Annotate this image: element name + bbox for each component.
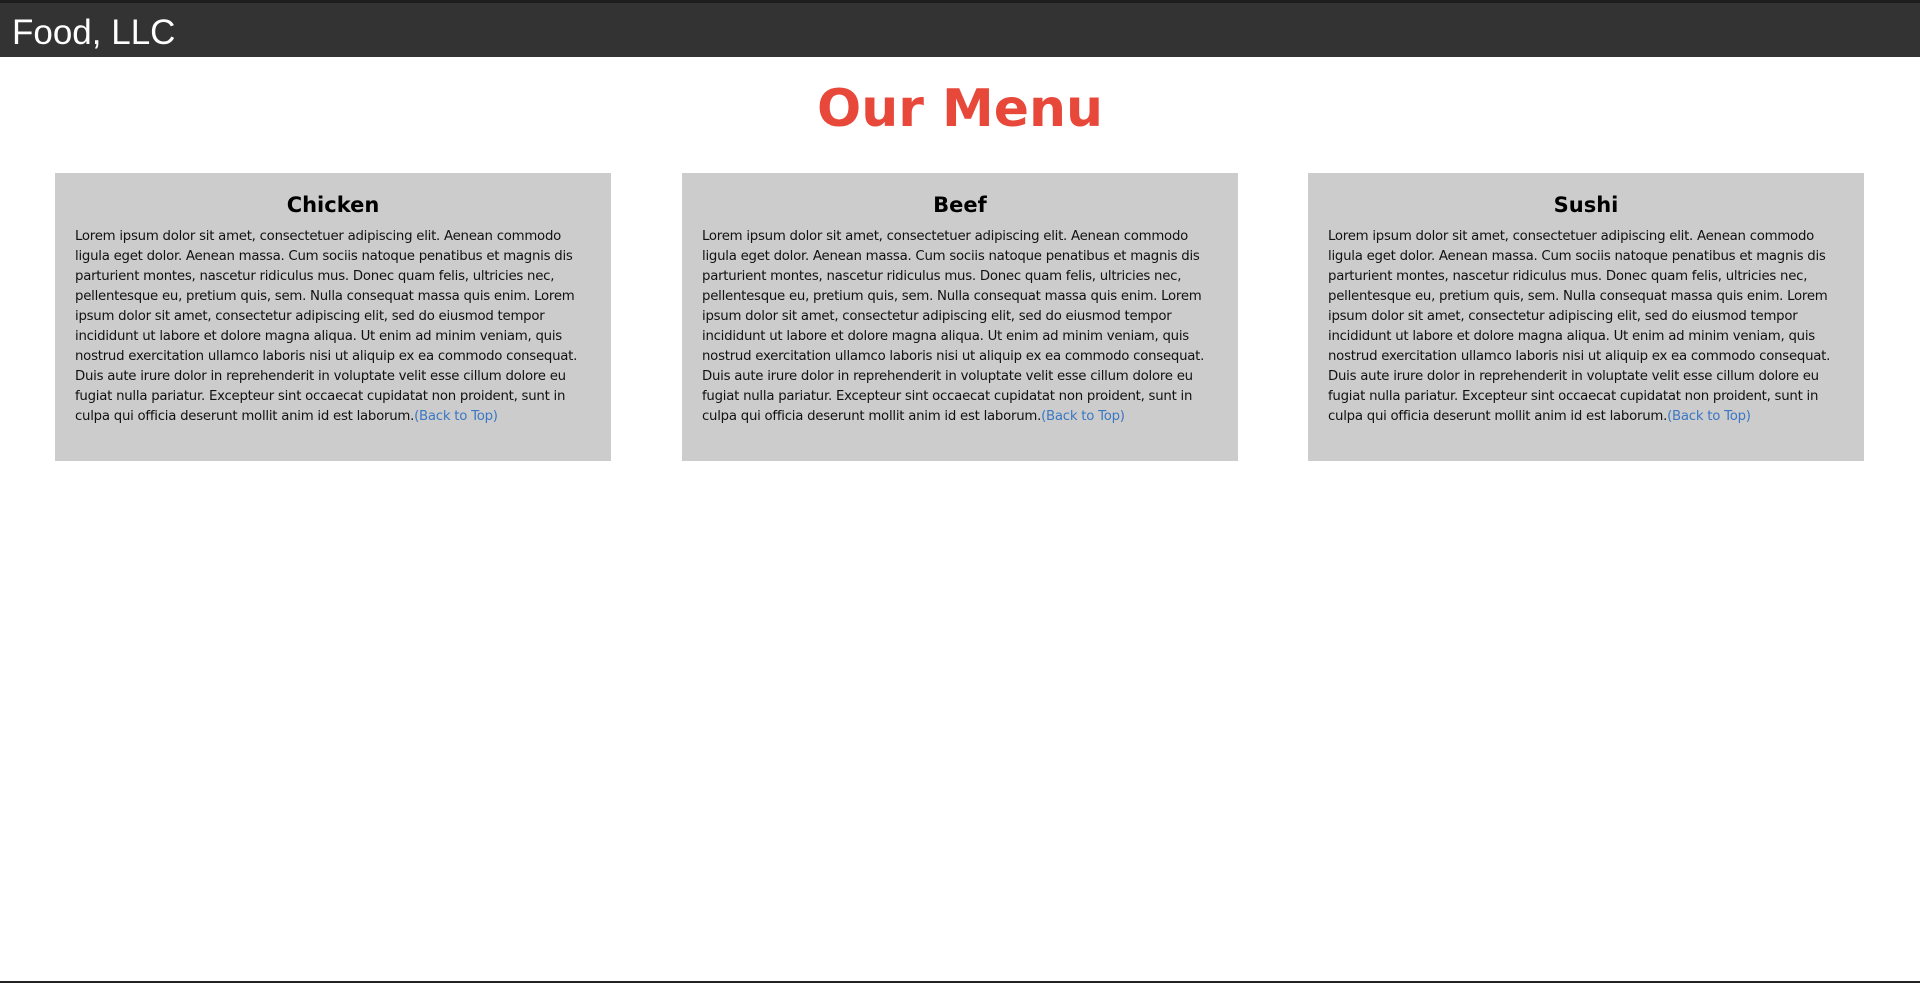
card-title: Sushi [1553,193,1619,217]
back-to-top-link[interactable]: (Back to Top) [1667,409,1751,424]
card-title: Beef [933,193,987,217]
back-to-top-link[interactable]: (Back to Top) [414,409,498,424]
card-text: Lorem ipsum dolor sit amet, consectetuer… [1328,227,1844,427]
page: Food, LLC Our Menu Chicken Lorem ipsum d… [0,0,1920,983]
menu-card-sushi: Sushi Lorem ipsum dolor sit amet, consec… [1308,173,1864,461]
menu-card-beef: Beef Lorem ipsum dolor sit amet, consect… [682,173,1238,461]
page-title: Our Menu [816,79,1104,139]
menu-card-chicken: Chicken Lorem ipsum dolor sit amet, cons… [55,173,611,461]
card-text: Lorem ipsum dolor sit amet, consectetuer… [75,227,591,427]
card-title: Chicken [286,193,380,217]
brand-name: Food, LLC [12,13,176,52]
card-description: Lorem ipsum dolor sit amet, consectetuer… [702,229,1205,424]
top-header: Food, LLC [0,0,1920,57]
card-description: Lorem ipsum dolor sit amet, consectetuer… [1328,229,1831,424]
card-description: Lorem ipsum dolor sit amet, consectetuer… [75,229,578,424]
back-to-top-link[interactable]: (Back to Top) [1041,409,1125,424]
card-text: Lorem ipsum dolor sit amet, consectetuer… [702,227,1218,427]
